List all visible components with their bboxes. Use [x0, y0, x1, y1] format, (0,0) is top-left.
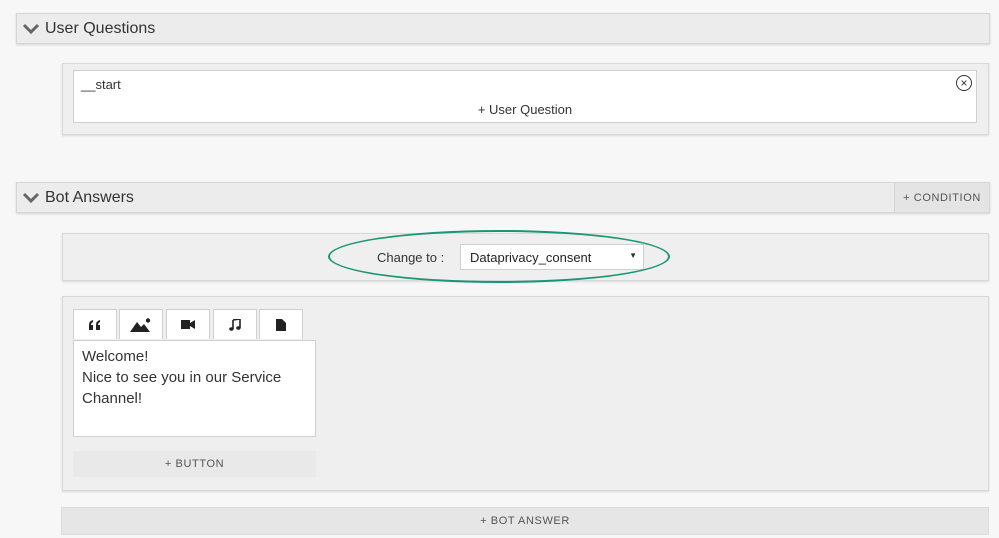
user-question-input[interactable]: __start ×	[73, 70, 977, 98]
text-line: Welcome!	[82, 348, 149, 365]
file-icon[interactable]	[259, 309, 303, 339]
section-title: User Questions	[45, 19, 156, 37]
change-to-select[interactable]: Dataprivacy_consent ▼	[460, 244, 644, 270]
chevron-down-icon[interactable]	[22, 20, 40, 38]
change-to-label: Change to :	[377, 250, 445, 265]
change-to-panel: Change to : Dataprivacy_consent ▼	[62, 233, 989, 281]
chevron-down-icon[interactable]	[22, 189, 40, 207]
video-icon[interactable]	[166, 309, 210, 339]
close-icon[interactable]: ×	[956, 75, 972, 91]
image-icon[interactable]	[119, 309, 163, 339]
section-title: Bot Answers	[45, 188, 134, 206]
user-questions-header[interactable]: User Questions	[16, 13, 990, 44]
music-icon[interactable]	[213, 309, 257, 339]
quote-icon[interactable]	[73, 309, 117, 339]
user-questions-panel: __start × + User Question	[62, 63, 989, 135]
add-user-question-button[interactable]: + User Question	[73, 96, 977, 123]
add-condition-button[interactable]: + CONDITION	[894, 183, 989, 212]
bot-answer-panel: Welcome! Nice to see you in our Service …	[62, 296, 989, 491]
text-line: Channel!	[82, 390, 143, 407]
text-line: Nice to see you in our Service	[82, 369, 282, 386]
bot-answers-header[interactable]: Bot Answers + CONDITION	[16, 182, 990, 213]
bot-answer-textarea[interactable]: Welcome! Nice to see you in our Service …	[73, 340, 316, 437]
add-button-button[interactable]: + BUTTON	[73, 451, 316, 477]
add-bot-answer-button[interactable]: + BOT ANSWER	[61, 507, 989, 535]
user-question-value[interactable]: __start	[81, 77, 121, 92]
change-to-value: Dataprivacy_consent	[470, 249, 592, 265]
dropdown-arrow-icon: ▼	[629, 251, 637, 260]
